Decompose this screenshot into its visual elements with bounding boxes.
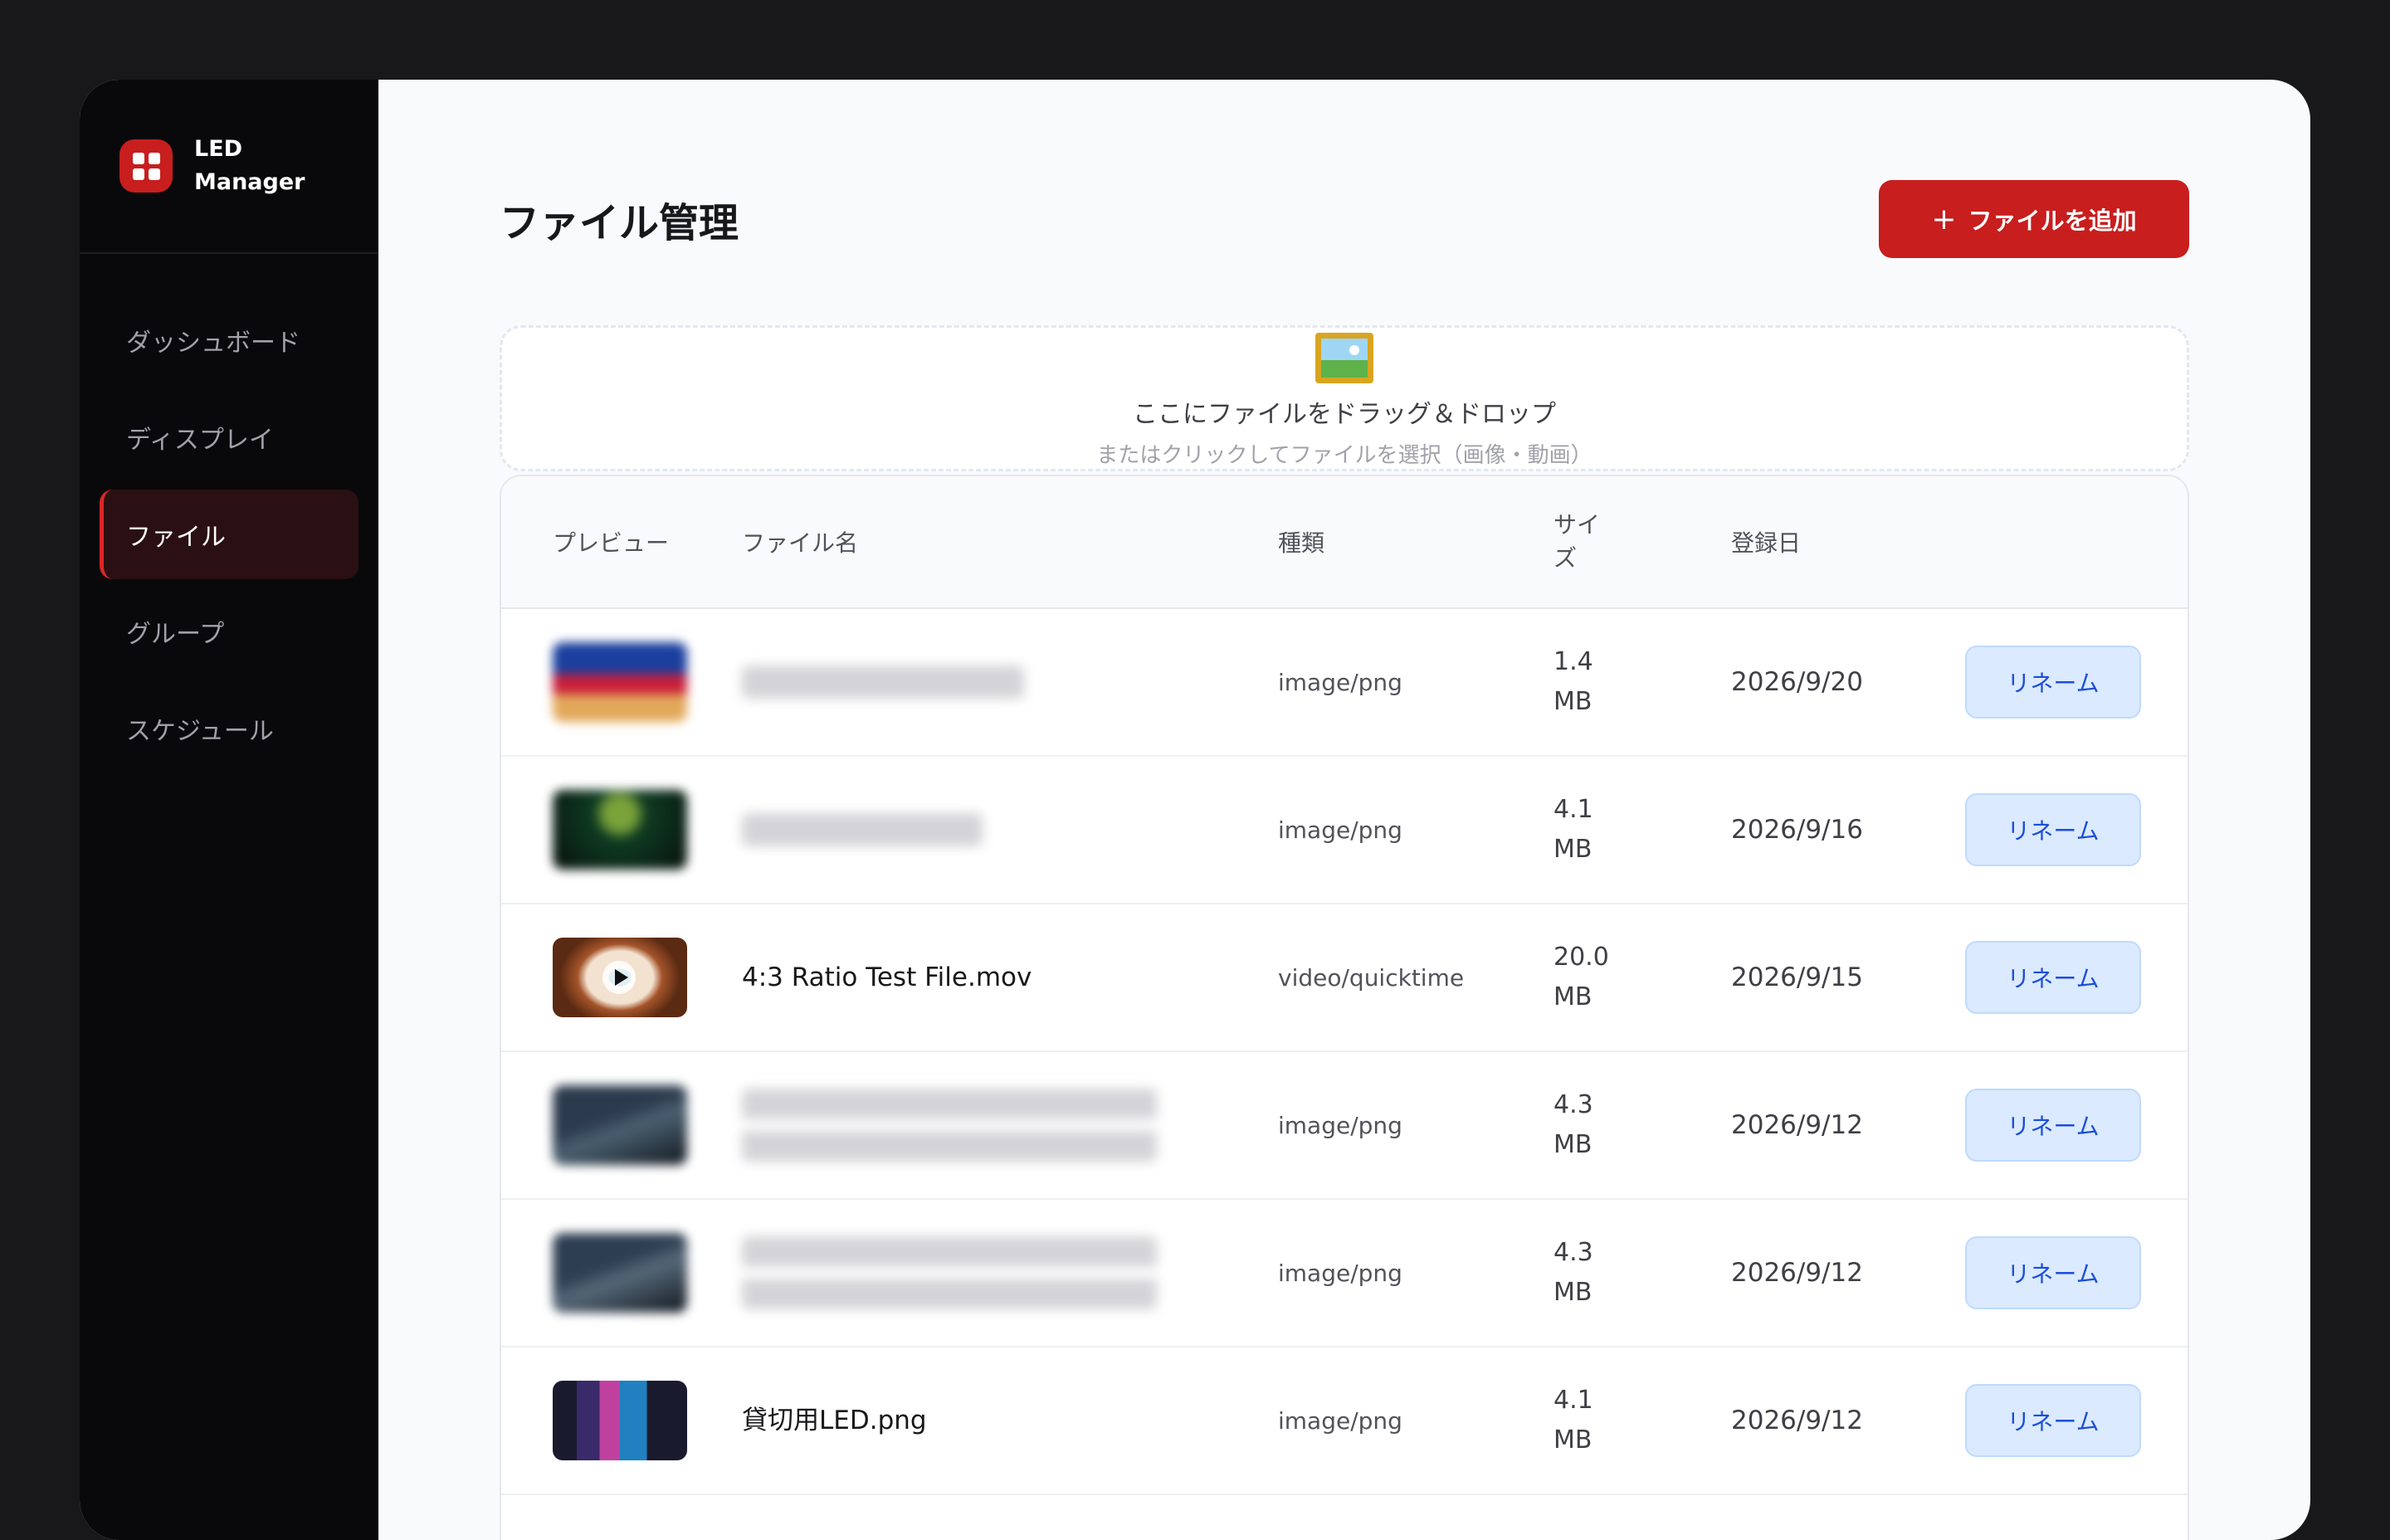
sidebar-item-schedule[interactable]: スケジュール xyxy=(100,684,358,773)
file-name: 4:3 Ratio Test File.mov xyxy=(742,962,1032,992)
file-size-number: 4.1 xyxy=(1554,1386,1593,1415)
file-size-unit: MB xyxy=(1554,1278,1593,1307)
file-type: image/png xyxy=(1278,1111,1402,1139)
file-name xyxy=(742,813,983,846)
add-file-label: ファイルを追加 xyxy=(1968,207,2137,235)
main-content: ファイル管理 + ファイルを追加 ここにファイルをドラッグ＆ドロップ またはクリ… xyxy=(378,80,2310,1540)
sidebar: LED Manager ダッシュボード ディスプレイ ファイル グループ スケジ… xyxy=(80,80,378,1540)
file-date: 2026/9/15 xyxy=(1731,962,1863,992)
rename-button[interactable]: リネーム xyxy=(1965,1236,2141,1309)
file-size: 4.3 MB xyxy=(1554,1085,1645,1165)
page-title: ファイル管理 xyxy=(500,200,739,246)
table-row: 4:3 Ratio Test File.mov video/quicktime … xyxy=(501,904,2188,1052)
table-row: image/png 4.1 MB 2026/9/16 リネーム xyxy=(501,757,2188,904)
column-size-line-2: ズ xyxy=(1554,544,1578,572)
brand-name: LED Manager xyxy=(194,133,305,199)
column-size-line-1: サイ xyxy=(1554,511,1601,539)
framed-picture-icon xyxy=(1315,333,1373,383)
file-date: 2026/9/12 xyxy=(1731,1406,1863,1435)
file-size: 4.3 MB xyxy=(1554,1233,1645,1313)
file-size-unit: MB xyxy=(1554,1130,1593,1159)
grid-logo-icon xyxy=(120,139,173,192)
file-size-number: 1.4 xyxy=(1554,647,1593,676)
sidebar-item-files[interactable]: ファイル xyxy=(100,490,358,579)
table-row: image/png 4.3 MB 2026/9/12 リネーム xyxy=(501,1200,2188,1348)
table-row: image/png 4.3 MB 2026/9/12 リネーム xyxy=(501,1052,2188,1200)
file-dropzone[interactable]: ここにファイルをドラッグ＆ドロップ またはクリックしてファイルを選択（画像・動画… xyxy=(500,325,2189,471)
file-type: video/quicktime xyxy=(1278,963,1465,992)
column-preview: プレビュー xyxy=(553,529,670,557)
file-size: 20.0 MB xyxy=(1554,938,1645,1017)
sidebar-item-display[interactable]: ディスプレイ xyxy=(100,392,358,482)
rename-button[interactable]: リネーム xyxy=(1965,1384,2141,1457)
file-size-unit: MB xyxy=(1554,982,1593,1011)
rename-button[interactable]: リネーム xyxy=(1965,793,2141,866)
table-row: image/png 1.4 MB 2026/9/20 リネーム xyxy=(501,609,2188,757)
file-name xyxy=(742,1089,1157,1162)
file-type: image/png xyxy=(1278,668,1402,696)
sidebar-item-groups[interactable]: グループ xyxy=(100,587,358,676)
file-size: 1.4 MB xyxy=(1554,642,1645,722)
table-header: プレビュー ファイル名 種類 サイ ズ 登録日 xyxy=(501,476,2188,609)
file-size-unit: MB xyxy=(1554,835,1593,864)
file-size-number: 4.3 xyxy=(1554,1090,1593,1119)
add-file-button[interactable]: + ファイルを追加 xyxy=(1879,180,2189,258)
table-row: 貸切用LED.png image/png 4.1 MB 2026/9/12 リネー… xyxy=(501,1348,2188,1495)
file-size: 4.1 MB xyxy=(1554,1381,1645,1460)
brand-line-2: Manager xyxy=(194,169,305,195)
file-name: 貸切用LED.png xyxy=(742,1406,927,1435)
brand-line-1: LED xyxy=(194,136,243,162)
app-window: LED Manager ダッシュボード ディスプレイ ファイル グループ スケジ… xyxy=(80,80,2310,1540)
dropzone-sub-text: またはクリックしてファイルを選択（画像・動画） xyxy=(1096,443,1593,468)
file-type: image/png xyxy=(1278,1259,1402,1287)
rename-button[interactable]: リネーム xyxy=(1965,941,2141,1014)
file-size-unit: MB xyxy=(1554,1425,1593,1455)
brand: LED Manager xyxy=(80,80,378,254)
file-date: 2026/9/12 xyxy=(1731,1258,1863,1288)
sidebar-item-dashboard[interactable]: ダッシュボード xyxy=(100,295,358,385)
file-thumbnail xyxy=(553,938,687,1017)
file-thumbnail xyxy=(553,642,687,722)
file-size-number: 4.3 xyxy=(1554,1238,1593,1267)
column-date: 登録日 xyxy=(1731,529,1802,557)
file-thumbnail xyxy=(553,1085,687,1165)
file-type: image/png xyxy=(1278,816,1402,844)
file-name xyxy=(742,1236,1157,1309)
file-size: 4.1 MB xyxy=(1554,790,1645,870)
file-thumbnail xyxy=(553,790,687,870)
sidebar-nav: ダッシュボード ディスプレイ ファイル グループ スケジュール xyxy=(80,254,378,781)
file-table: プレビュー ファイル名 種類 サイ ズ 登録日 image/png 1.4 MB … xyxy=(500,475,2189,1540)
page-header: ファイル管理 + ファイルを追加 xyxy=(500,179,2189,259)
rename-button[interactable]: リネーム xyxy=(1965,1089,2141,1162)
file-date: 2026/9/16 xyxy=(1731,815,1863,845)
column-type: 種類 xyxy=(1278,529,1325,557)
column-name: ファイル名 xyxy=(742,529,859,557)
file-date: 2026/9/12 xyxy=(1731,1110,1863,1140)
file-thumbnail xyxy=(553,1233,687,1313)
dropzone-main-text: ここにファイルをドラッグ＆ドロップ xyxy=(1133,400,1556,429)
file-size-number: 4.1 xyxy=(1554,795,1593,824)
plus-icon: + xyxy=(1931,202,1957,236)
file-thumbnail xyxy=(553,1381,687,1460)
file-size-unit: MB xyxy=(1554,687,1593,716)
file-date: 2026/9/20 xyxy=(1731,667,1863,697)
file-name xyxy=(742,665,1024,699)
rename-button[interactable]: リネーム xyxy=(1965,646,2141,719)
play-icon xyxy=(602,961,636,994)
column-size: サイ ズ xyxy=(1554,509,1653,575)
file-type: image/png xyxy=(1278,1406,1402,1435)
file-size-number: 20.0 xyxy=(1554,943,1609,972)
